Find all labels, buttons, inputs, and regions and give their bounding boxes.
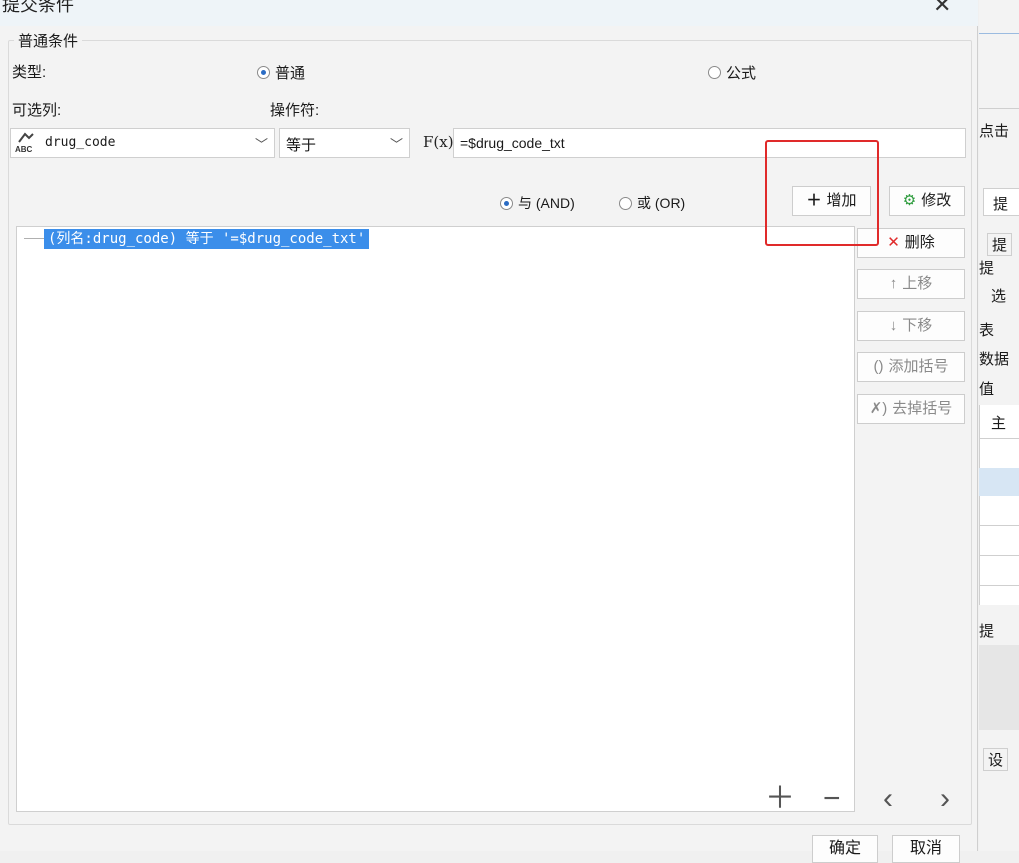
chevron-down-icon[interactable]: ﹀ bbox=[390, 134, 403, 153]
bg-table bbox=[979, 405, 1019, 605]
type-radio-normal[interactable]: 普通 bbox=[257, 62, 305, 83]
formula-value: =$drug_code_txt bbox=[460, 135, 565, 151]
radio-unchecked-icon bbox=[708, 66, 721, 79]
modify-button[interactable]: ⚙ 修改 bbox=[889, 186, 965, 216]
delete-button[interactable]: ✕ 删除 bbox=[857, 228, 965, 258]
close-icon[interactable]: ✕ bbox=[933, 0, 951, 18]
minus-icon[interactable]: − bbox=[823, 784, 841, 814]
radio-checked-icon bbox=[257, 66, 270, 79]
bg-button: 设 bbox=[983, 748, 1009, 771]
divider bbox=[979, 108, 1019, 109]
add-button[interactable]: ＋增加 bbox=[792, 186, 871, 216]
bg-row-selected bbox=[979, 468, 1019, 496]
arrow-down-icon: ↓ bbox=[889, 317, 898, 334]
divider bbox=[979, 33, 1019, 34]
bg-text: 表 bbox=[979, 322, 995, 339]
background-panel: 点击 提 提 提 选 表 数据 值 主 提 设 bbox=[979, 0, 1019, 851]
operator-label: 操作符: bbox=[270, 102, 320, 119]
column-label: 可选列: bbox=[12, 102, 62, 119]
title-bar: 提交条件 ✕ bbox=[0, 0, 978, 26]
fx-icon[interactable]: F(x) bbox=[423, 133, 454, 151]
divider bbox=[979, 555, 1019, 556]
bg-tab: 提 bbox=[987, 233, 1013, 256]
condition-list[interactable] bbox=[16, 226, 855, 812]
dialog-title: 提交条件 bbox=[2, 0, 74, 15]
bg-text: 数据 bbox=[979, 351, 1010, 368]
arrow-up-icon: ↑ bbox=[889, 275, 898, 292]
remove-bracket-icon: ✗) bbox=[869, 400, 888, 417]
delete-x-icon: ✕ bbox=[887, 234, 900, 251]
remove-bracket-button[interactable]: ✗) 去掉括号 bbox=[857, 394, 965, 424]
operator-select[interactable]: 等于 ﹀ bbox=[279, 128, 410, 158]
bg-text: 主 bbox=[991, 415, 1007, 432]
chevron-down-icon[interactable]: ﹀ bbox=[255, 134, 268, 153]
chevron-right-icon[interactable]: › bbox=[940, 784, 950, 814]
radio-checked-icon bbox=[500, 196, 513, 210]
column-value: drug_code bbox=[45, 135, 116, 150]
bg-text: 提 bbox=[979, 260, 995, 277]
formula-input[interactable]: =$drug_code_txt bbox=[453, 128, 966, 158]
move-up-button[interactable]: ↑ 上移 bbox=[857, 269, 965, 299]
type-radio-formula[interactable]: 公式 bbox=[708, 62, 756, 83]
bg-text: 提 bbox=[979, 623, 995, 640]
group-title: 普通条件 bbox=[14, 30, 83, 51]
column-select[interactable]: ABC drug_code ﹀ bbox=[10, 128, 275, 158]
logic-radio-and[interactable]: 与 (AND) bbox=[500, 193, 575, 213]
type-label: 类型: bbox=[12, 64, 47, 81]
submit-condition-dialog: 提交条件 ✕ 普通条件 类型: 普通 公式 可选列: 操作符: ABC drug… bbox=[0, 0, 978, 863]
condition-item[interactable]: (列名:drug_code) 等于 '=$drug_code_txt' bbox=[44, 229, 370, 249]
bg-text: 点击 bbox=[979, 123, 1010, 140]
abc-column-icon: ABC bbox=[15, 132, 41, 156]
bg-area bbox=[979, 645, 1019, 730]
plus-icon[interactable]: ＋ bbox=[765, 784, 795, 814]
bg-text: 选 bbox=[991, 288, 1007, 305]
radio-unchecked-icon bbox=[619, 196, 632, 210]
ok-button[interactable]: 确定 bbox=[812, 835, 878, 863]
edit-icon: ⚙ bbox=[902, 192, 917, 209]
plus-icon: ＋ bbox=[806, 192, 822, 209]
bracket-icon: () bbox=[873, 358, 884, 375]
bg-text: 提 bbox=[993, 196, 1009, 213]
tree-connector bbox=[24, 238, 44, 239]
divider bbox=[979, 585, 1019, 586]
chevron-left-icon[interactable]: ‹ bbox=[883, 784, 893, 814]
logic-radio-or[interactable]: 或 (OR) bbox=[619, 193, 685, 213]
cancel-button[interactable]: 取消 bbox=[892, 835, 960, 863]
operator-value: 等于 bbox=[286, 137, 317, 154]
divider bbox=[979, 525, 1019, 526]
divider bbox=[979, 438, 1019, 439]
bg-text: 值 bbox=[979, 381, 995, 398]
move-down-button[interactable]: ↓ 下移 bbox=[857, 311, 965, 341]
add-bracket-button[interactable]: () 添加括号 bbox=[857, 352, 965, 382]
